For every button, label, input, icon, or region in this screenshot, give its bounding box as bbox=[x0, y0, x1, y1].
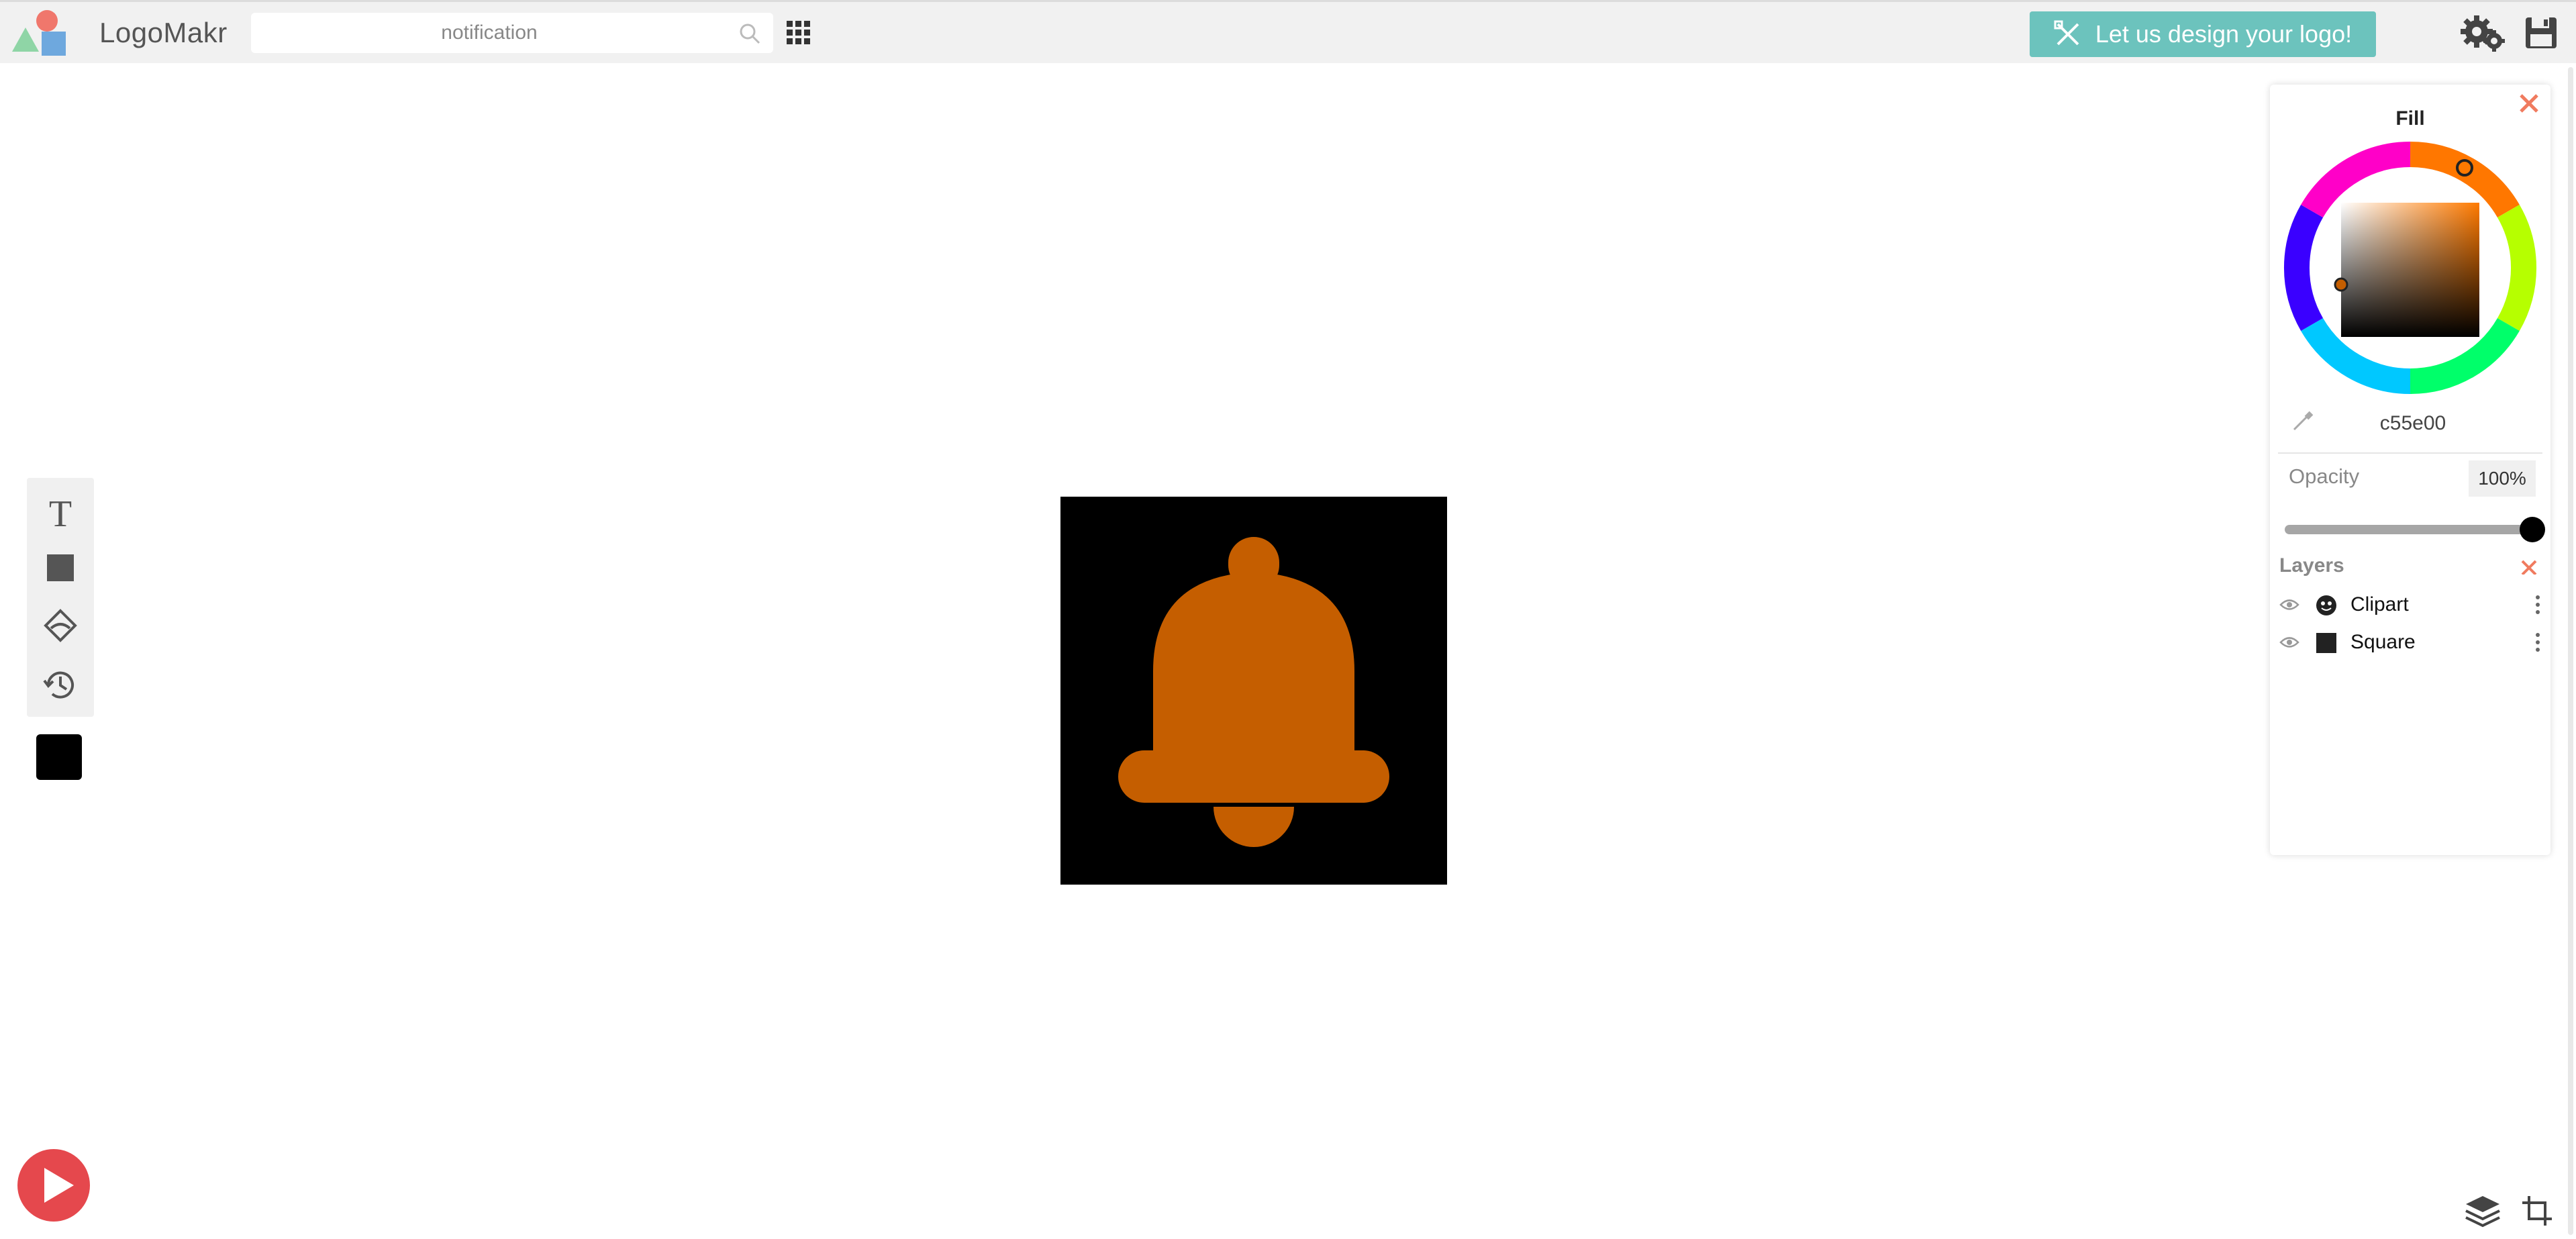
more-vertical-icon[interactable] bbox=[2534, 631, 2541, 654]
more-vertical-icon[interactable] bbox=[2534, 593, 2541, 616]
layer-label: Square bbox=[2350, 631, 2416, 653]
text-tool-icon[interactable]: T bbox=[40, 493, 81, 535]
clipart-tool-icon[interactable] bbox=[40, 605, 81, 646]
search-icon[interactable] bbox=[738, 22, 761, 45]
color-swatch[interactable] bbox=[36, 734, 82, 780]
gear-icon[interactable] bbox=[2461, 13, 2505, 53]
design-canvas[interactable] bbox=[1060, 497, 1447, 885]
eye-icon[interactable] bbox=[2279, 596, 2299, 613]
layers-title: Layers bbox=[2279, 554, 2344, 577]
eyedropper-icon[interactable] bbox=[2291, 409, 2314, 432]
layer-label: Clipart bbox=[2350, 593, 2409, 615]
layers-icon[interactable] bbox=[2463, 1193, 2502, 1228]
crop-icon[interactable] bbox=[2521, 1195, 2553, 1227]
hex-value[interactable]: c55e00 bbox=[2349, 412, 2477, 435]
search-input[interactable] bbox=[251, 13, 728, 53]
tool-palette: T bbox=[27, 478, 94, 717]
play-icon[interactable] bbox=[16, 1148, 91, 1223]
opacity-slider-knob[interactable] bbox=[2520, 517, 2545, 542]
clipart-icon bbox=[2316, 595, 2336, 615]
search-box bbox=[251, 13, 773, 53]
opacity-label: Opacity bbox=[2289, 464, 2360, 488]
top-bar: LogoMakr Let us design your logo! bbox=[0, 0, 2576, 63]
app-name[interactable]: LogoMakr bbox=[99, 17, 228, 49]
layers-close-icon[interactable] bbox=[2520, 556, 2538, 575]
bell-clipart[interactable] bbox=[1060, 497, 1447, 885]
eye-icon[interactable] bbox=[2279, 634, 2299, 651]
grid-icon[interactable] bbox=[785, 19, 812, 46]
save-icon[interactable] bbox=[2524, 15, 2559, 50]
opacity-slider-track[interactable] bbox=[2285, 525, 2533, 534]
layer-row-clipart[interactable]: Clipart bbox=[2271, 587, 2549, 623]
logomakr-logo-icon[interactable] bbox=[12, 9, 74, 60]
scrollbar[interactable] bbox=[2568, 67, 2573, 1235]
tools-icon bbox=[2054, 20, 2079, 46]
fill-title: Fill bbox=[2395, 107, 2425, 130]
shape-tool-icon[interactable] bbox=[40, 548, 81, 588]
divider bbox=[2278, 452, 2542, 454]
design-logo-label: Let us design your logo! bbox=[2095, 20, 2352, 48]
color-wheel[interactable] bbox=[2283, 141, 2537, 395]
layer-row-square[interactable]: Square bbox=[2271, 624, 2549, 660]
square-icon bbox=[2316, 633, 2336, 653]
design-logo-button[interactable]: Let us design your logo! bbox=[2030, 11, 2376, 57]
history-icon[interactable] bbox=[40, 664, 81, 705]
opacity-value[interactable]: 100% bbox=[2469, 460, 2536, 497]
